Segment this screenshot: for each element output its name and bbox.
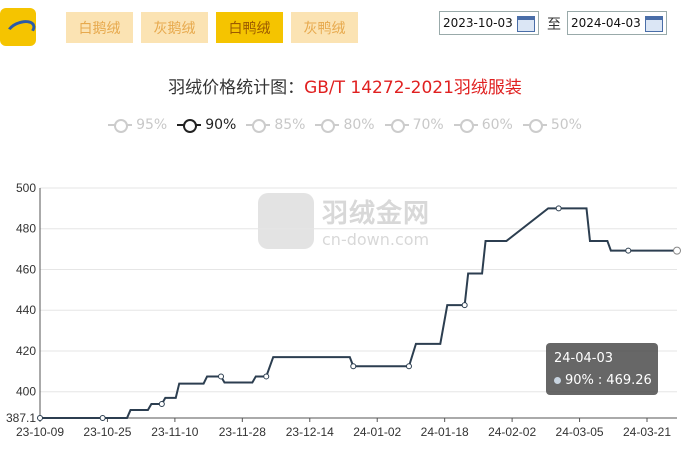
data-point [263,373,270,380]
tooltip-series-dot [554,377,561,384]
y-tick-label: 440 [16,303,36,317]
data-point [99,415,106,421]
data-point [405,363,412,370]
y-tick-label: 387.1 [6,411,36,425]
data-point [218,373,225,380]
chart-tooltip: 24-04-03 90% : 469.26 [546,343,658,395]
data-point [158,400,165,407]
data-point [673,246,681,255]
data-point [37,415,43,421]
tooltip-value: 469.26 [606,373,652,388]
y-tick-label: 460 [16,262,36,276]
tooltip-row: 90% : 469.26 [554,373,652,388]
x-tick-label: 23-11-28 [219,425,266,439]
y-tick-label: 400 [16,385,36,399]
data-point [350,363,357,370]
tooltip-series: 90% [565,373,594,388]
data-point [461,302,468,309]
x-tick-label: 23-12-14 [286,425,334,439]
tooltip-date: 24-04-03 [554,351,614,366]
y-tick-label: 420 [16,344,36,358]
x-tick-label: 24-02-02 [488,425,536,439]
y-tick-label: 480 [16,222,36,236]
x-tick-label: 24-01-02 [353,425,401,439]
data-point [625,247,632,254]
data-point [555,205,562,212]
x-tick-label: 24-01-18 [421,425,469,439]
x-tick-label: 23-11-10 [151,425,198,439]
x-tick-label: 24-03-05 [556,425,604,439]
x-tick-label: 23-10-09 [16,425,64,439]
y-tick-label: 500 [16,181,36,195]
x-tick-label: 23-10-25 [83,425,131,439]
x-tick-label: 24-03-21 [623,425,671,439]
tooltip-sep: : [597,373,603,388]
